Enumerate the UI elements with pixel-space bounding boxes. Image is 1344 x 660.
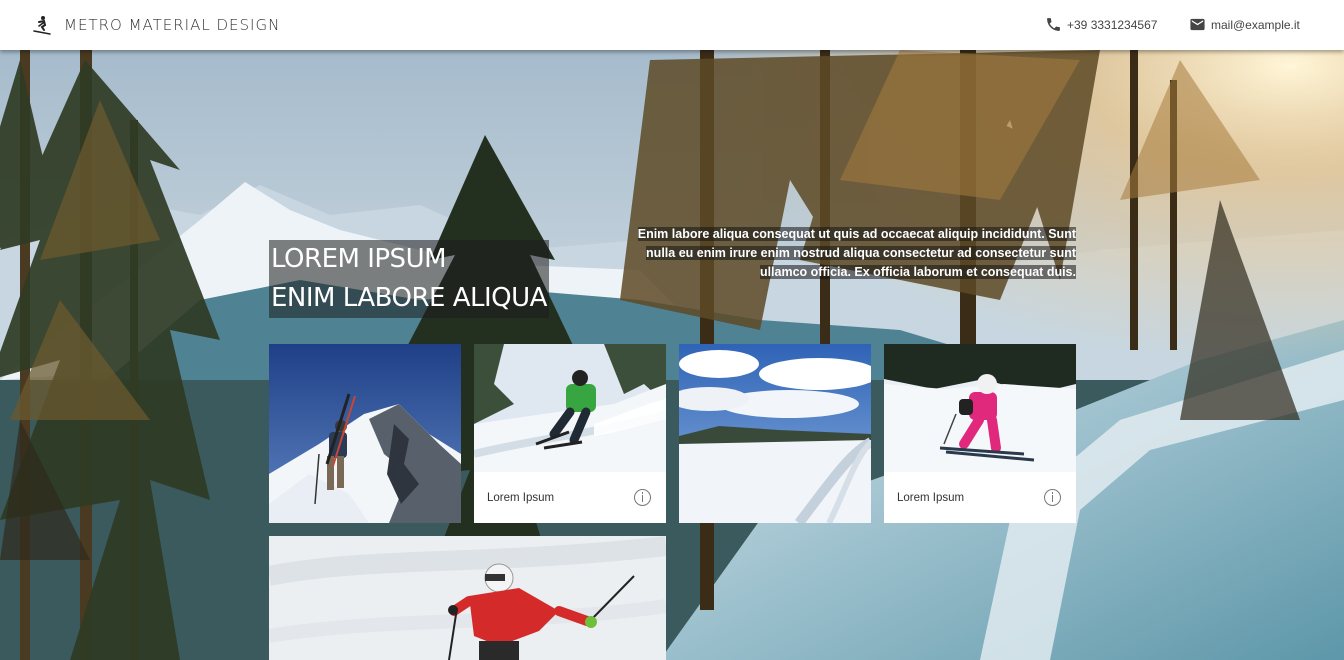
hero-title: LOREM IPSUM ENIM LABORE ALIQUA: [269, 240, 549, 318]
tile-image: [474, 344, 666, 472]
info-icon[interactable]: [1044, 489, 1061, 506]
tile-caption: Lorem Ipsum: [884, 472, 1076, 523]
tile-image: [269, 536, 666, 660]
email-contact[interactable]: mail@example.it: [1189, 16, 1300, 33]
hero-title-line-1: LOREM IPSUM: [269, 240, 549, 279]
tile-snowy-piste[interactable]: [679, 344, 871, 523]
hero-description: Enim labore aliqua consequat ut quis ad …: [622, 225, 1076, 282]
top-navigation-bar: METRO MATERIAL DESIGN +39 3331234567 mai…: [0, 0, 1344, 50]
brand-title: METRO MATERIAL DESIGN: [64, 16, 281, 34]
tile-skier-pink[interactable]: Lorem Ipsum: [884, 344, 1076, 523]
tile-skier-green[interactable]: Lorem Ipsum: [474, 344, 666, 523]
email-address: mail@example.it: [1211, 17, 1300, 32]
brand[interactable]: METRO MATERIAL DESIGN: [32, 12, 280, 38]
phone-number: +39 3331234567: [1067, 17, 1158, 32]
info-icon[interactable]: [634, 489, 651, 506]
mail-icon: [1190, 18, 1205, 31]
hero-title-line-2: ENIM LABORE ALIQUA: [269, 279, 549, 318]
phone-icon: [1047, 18, 1060, 31]
hero-background-image: [0, 0, 1344, 660]
tile-skier-climbing[interactable]: [269, 344, 461, 523]
tile-image: [884, 344, 1076, 472]
hero-description-text: Enim labore aliqua consequat ut quis ad …: [637, 227, 1076, 279]
tile-image: [679, 344, 871, 523]
tile-caption-label: Lorem Ipsum: [897, 491, 965, 504]
skier-icon: [33, 16, 51, 35]
tile-caption: Lorem Ipsum: [474, 472, 666, 523]
tile-caption-label: Lorem Ipsum: [487, 491, 555, 504]
phone-contact[interactable]: +39 3331234567: [1045, 16, 1157, 33]
tile-image: [269, 344, 461, 523]
tile-skier-red[interactable]: [269, 536, 666, 660]
